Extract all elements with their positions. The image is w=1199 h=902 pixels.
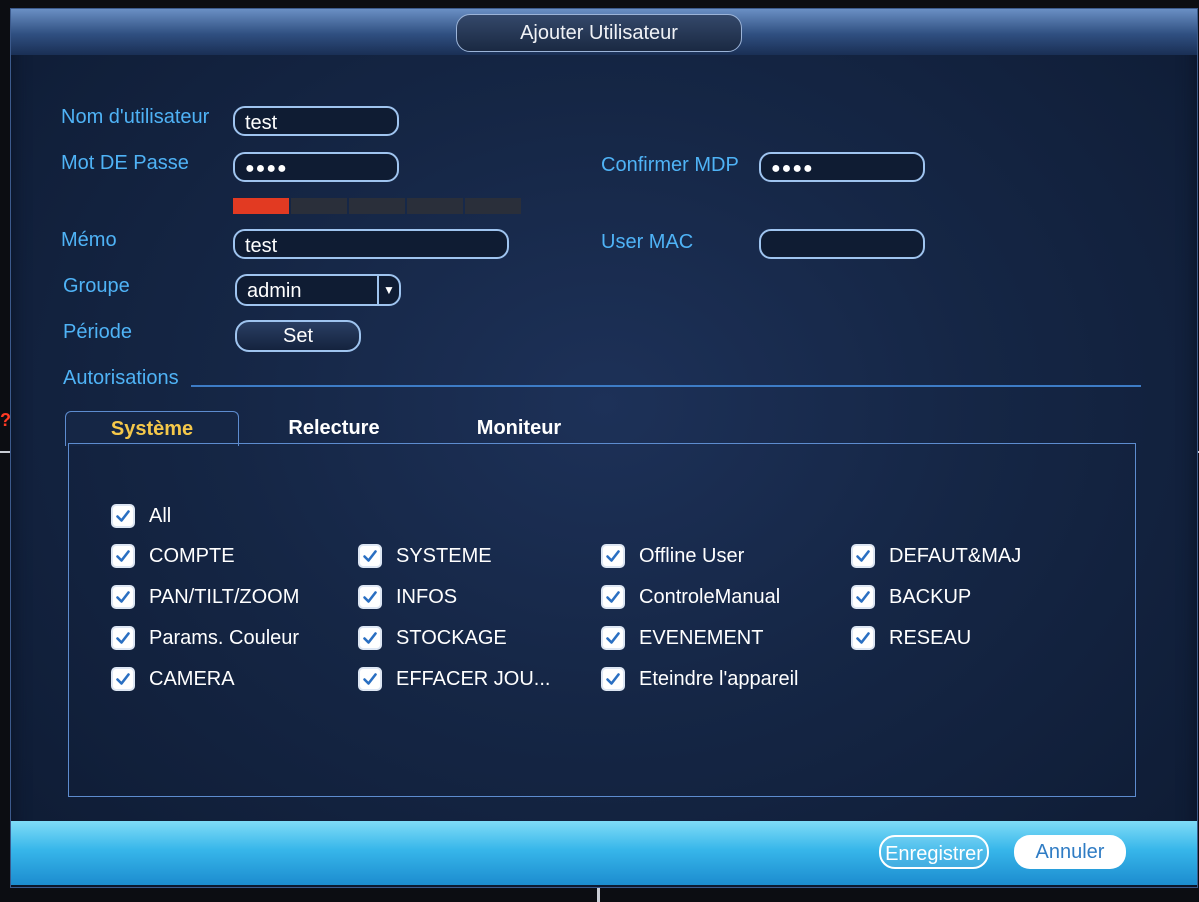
perm-label: Eteindre l'appareil: [639, 667, 799, 690]
save-button[interactable]: Enregistrer: [879, 835, 989, 869]
permissions-panel: [68, 443, 1136, 797]
cancel-button[interactable]: Annuler: [1014, 835, 1126, 869]
perm-label: COMPTE: [149, 544, 235, 567]
checkbox-checked-icon[interactable]: [358, 667, 382, 691]
period-label: Période: [63, 321, 132, 343]
perm-all[interactable]: All: [111, 504, 171, 528]
username-field[interactable]: test: [233, 106, 399, 136]
memo-label: Mémo: [61, 229, 117, 251]
perm-item[interactable]: Params. Couleur: [111, 626, 299, 650]
perm-item[interactable]: COMPTE: [111, 544, 235, 568]
checkbox-checked-icon[interactable]: [601, 626, 625, 650]
checkbox-checked-icon[interactable]: [601, 585, 625, 609]
checkbox-checked-icon[interactable]: [111, 585, 135, 609]
group-label: Groupe: [63, 275, 130, 297]
perm-item[interactable]: ControleManual: [601, 585, 780, 609]
checkbox-checked-icon[interactable]: [111, 626, 135, 650]
password-label: Mot DE Passe: [61, 152, 189, 174]
password-field[interactable]: ●●●●: [233, 152, 399, 182]
perm-label: CAMERA: [149, 667, 235, 690]
strength-segment: [465, 198, 521, 214]
perm-item[interactable]: STOCKAGE: [358, 626, 507, 650]
user-mac-field[interactable]: [759, 229, 925, 259]
perm-label: All: [149, 504, 172, 527]
perm-label: Params. Couleur: [149, 626, 300, 649]
perm-label: EVENEMENT: [639, 626, 764, 649]
permissions-section-label: Autorisations: [63, 367, 179, 389]
checkbox-checked-icon[interactable]: [358, 544, 382, 568]
perm-item[interactable]: Eteindre l'appareil: [601, 667, 798, 691]
checkbox-checked-icon[interactable]: [111, 504, 135, 528]
perm-label: Offline User: [639, 544, 745, 567]
strength-segment: [291, 198, 347, 214]
perm-item[interactable]: Offline User: [601, 544, 744, 568]
tab-relecture[interactable]: Relecture: [259, 411, 409, 445]
period-set-button[interactable]: Set: [235, 320, 361, 352]
confirm-password-label: Confirmer MDP: [601, 154, 739, 176]
perm-item[interactable]: EVENEMENT: [601, 626, 763, 650]
user-mac-label: User MAC: [601, 231, 694, 253]
section-divider: [191, 385, 1141, 387]
strength-segment: [407, 198, 463, 214]
checkbox-checked-icon[interactable]: [111, 667, 135, 691]
checkbox-checked-icon[interactable]: [601, 667, 625, 691]
perm-item[interactable]: PAN/TILT/ZOOM: [111, 585, 299, 609]
perm-label: SYSTEME: [396, 544, 492, 567]
memo-field[interactable]: test: [233, 229, 509, 259]
perm-label: STOCKAGE: [396, 626, 507, 649]
title-bar: Ajouter Utilisateur: [11, 9, 1197, 55]
strength-segment: [233, 198, 289, 214]
checkbox-checked-icon[interactable]: [111, 544, 135, 568]
perm-label: PAN/TILT/ZOOM: [149, 585, 300, 608]
perm-label: BACKUP: [889, 585, 972, 608]
tab-moniteur[interactable]: Moniteur: [449, 411, 589, 445]
perm-item[interactable]: BACKUP: [851, 585, 971, 609]
perm-label: RESEAU: [889, 626, 972, 649]
perm-label: DEFAUT&MAJ: [889, 544, 1022, 567]
username-label: Nom d'utilisateur: [61, 106, 210, 128]
perm-item[interactable]: DEFAUT&MAJ: [851, 544, 1021, 568]
checkbox-checked-icon[interactable]: [358, 626, 382, 650]
perm-item[interactable]: RESEAU: [851, 626, 971, 650]
perm-label: ControleManual: [639, 585, 781, 608]
group-select[interactable]: admin ▼: [235, 274, 401, 306]
perm-item[interactable]: SYSTEME: [358, 544, 492, 568]
confirm-password-field[interactable]: ●●●●: [759, 152, 925, 182]
add-user-dialog: Ajouter Utilisateur Nom d'utilisateur te…: [10, 8, 1198, 888]
perm-item[interactable]: EFFACER JOU...: [358, 667, 550, 691]
perm-item[interactable]: CAMERA: [111, 667, 235, 691]
checkbox-checked-icon[interactable]: [851, 544, 875, 568]
chevron-down-icon[interactable]: ▼: [377, 276, 399, 304]
checkbox-checked-icon[interactable]: [851, 626, 875, 650]
checkbox-checked-icon[interactable]: [358, 585, 382, 609]
checkbox-checked-icon[interactable]: [851, 585, 875, 609]
perm-label: INFOS: [396, 585, 458, 608]
perm-item[interactable]: INFOS: [358, 585, 457, 609]
perm-label: EFFACER JOU...: [396, 667, 551, 690]
checkbox-checked-icon[interactable]: [601, 544, 625, 568]
tab-systeme[interactable]: Système: [65, 411, 239, 446]
dialog-title: Ajouter Utilisateur: [456, 14, 742, 52]
password-strength-meter: [233, 198, 523, 214]
strength-segment: [349, 198, 405, 214]
